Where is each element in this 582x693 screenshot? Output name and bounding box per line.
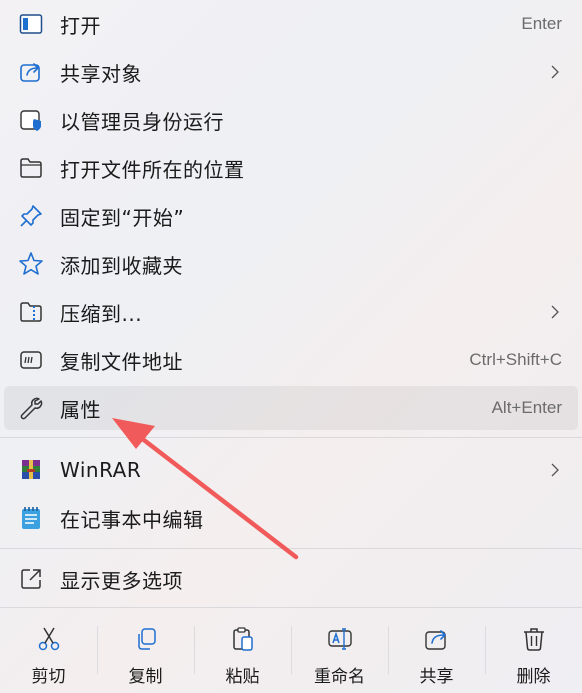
window-open-icon [18, 11, 44, 37]
menu-item-label: 显示更多选项 [60, 568, 183, 593]
context-menu: 打开 Enter 共享对象 以管理员身份运行 打开文件所在的位置 固定到“开始” [0, 0, 582, 693]
menu-item-label: 压缩到... [60, 301, 143, 326]
quick-actions-bar: 剪切 复制 粘贴 重命名 共享 删除 [0, 608, 582, 693]
menu-item-label: 共享对象 [60, 61, 142, 86]
paste-button[interactable]: 粘贴 [194, 608, 291, 693]
copy-path-icon [18, 347, 44, 373]
menu-divider [0, 548, 582, 549]
admin-shield-icon [18, 107, 44, 133]
menu-item-share-with[interactable]: 共享对象 [4, 50, 578, 94]
menu-item-label: 复制文件地址 [60, 349, 183, 374]
cut-icon [38, 627, 59, 651]
action-label: 共享 [419, 667, 454, 687]
chevron-right-icon [551, 65, 559, 79]
menu-item-add-to-favorites[interactable]: 添加到收藏夹 [4, 242, 578, 286]
menu-item-label: 打开 [60, 13, 101, 38]
star-icon [18, 251, 44, 277]
pin-icon [18, 203, 44, 229]
menu-item-copy-as-path[interactable]: 复制文件地址 Ctrl+Shift+C [4, 338, 578, 382]
menu-item-compress-to[interactable]: 压缩到... [4, 290, 578, 334]
share-icon [424, 630, 446, 650]
menu-item-winrar[interactable]: WinRAR [4, 448, 578, 492]
action-label: 复制 [128, 667, 163, 687]
copy-icon [137, 628, 156, 650]
cut-button[interactable]: 剪切 [0, 608, 97, 693]
paste-icon [232, 627, 253, 651]
delete-button[interactable]: 删除 [485, 608, 582, 693]
action-label: 重命名 [314, 667, 365, 687]
delete-icon [523, 628, 544, 651]
menu-item-label: 在记事本中编辑 [60, 507, 204, 532]
share-icon [18, 59, 44, 85]
menu-item-label: 固定到“开始” [60, 205, 185, 230]
menu-item-open-location[interactable]: 打开文件所在的位置 [4, 146, 578, 190]
action-label: 删除 [516, 667, 551, 687]
wrench-icon [18, 395, 44, 421]
menu-item-label: 添加到收藏夹 [60, 253, 183, 278]
winrar-icon [18, 457, 44, 483]
chevron-right-icon [551, 305, 559, 319]
folder-icon [18, 155, 44, 181]
menu-item-label: WinRAR [60, 458, 142, 482]
rename-icon [327, 628, 352, 650]
chevron-right-icon [551, 463, 559, 477]
menu-item-label: 属性 [60, 397, 101, 422]
menu-item-label: 打开文件所在的位置 [60, 157, 245, 182]
zip-folder-icon [18, 299, 44, 325]
rename-button[interactable]: 重命名 [291, 608, 388, 693]
menu-item-show-more-options[interactable]: 显示更多选项 [4, 557, 578, 601]
shortcut-label: Ctrl+Shift+C [469, 350, 562, 369]
menu-item-edit-in-notepad[interactable]: 在记事本中编辑 [4, 496, 578, 540]
shortcut-label: Alt+Enter [491, 398, 562, 417]
menu-item-open[interactable]: 打开 Enter [4, 2, 578, 46]
menu-item-pin-to-start[interactable]: 固定到“开始” [4, 194, 578, 238]
show-more-icon [18, 566, 44, 592]
share-button[interactable]: 共享 [388, 608, 485, 693]
menu-item-run-as-admin[interactable]: 以管理员身份运行 [4, 98, 578, 142]
menu-item-label: 以管理员身份运行 [60, 109, 224, 134]
shortcut-label: Enter [521, 14, 562, 33]
action-label: 剪切 [31, 667, 66, 687]
menu-divider [0, 437, 582, 438]
copy-button[interactable]: 复制 [97, 608, 194, 693]
menu-item-properties[interactable]: 属性 Alt+Enter [4, 386, 578, 430]
notepad-icon [18, 505, 44, 531]
action-label: 粘贴 [225, 667, 260, 687]
